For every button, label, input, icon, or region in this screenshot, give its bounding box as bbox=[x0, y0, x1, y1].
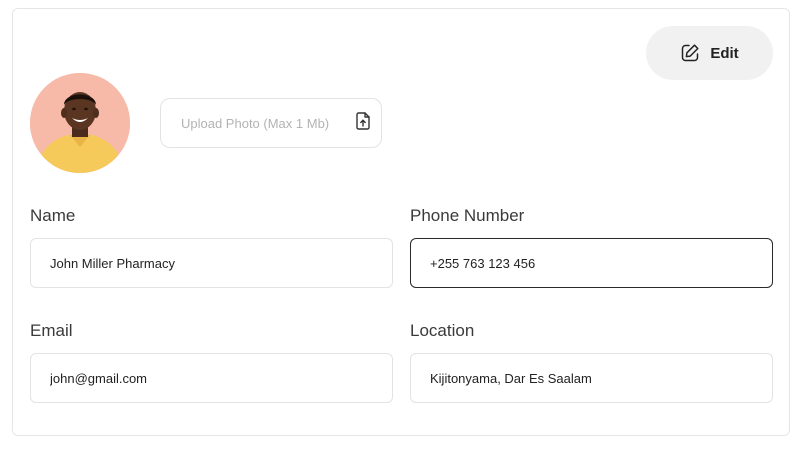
file-upload-icon bbox=[355, 111, 371, 135]
edit-square-icon bbox=[680, 43, 700, 63]
phone-field[interactable] bbox=[410, 238, 773, 288]
edit-button[interactable]: Edit bbox=[646, 26, 773, 80]
location-field[interactable] bbox=[410, 353, 773, 403]
email-field[interactable] bbox=[30, 353, 393, 403]
name-field[interactable] bbox=[30, 238, 393, 288]
phone-label: Phone Number bbox=[410, 206, 525, 225]
avatar bbox=[30, 73, 130, 173]
location-label: Location bbox=[410, 321, 475, 340]
email-label: Email bbox=[30, 321, 73, 340]
edit-button-label: Edit bbox=[710, 44, 739, 62]
upload-photo-button[interactable]: Upload Photo (Max 1 Mb) bbox=[160, 98, 382, 148]
name-label: Name bbox=[30, 206, 76, 225]
upload-photo-label: Upload Photo (Max 1 Mb) bbox=[181, 115, 330, 131]
